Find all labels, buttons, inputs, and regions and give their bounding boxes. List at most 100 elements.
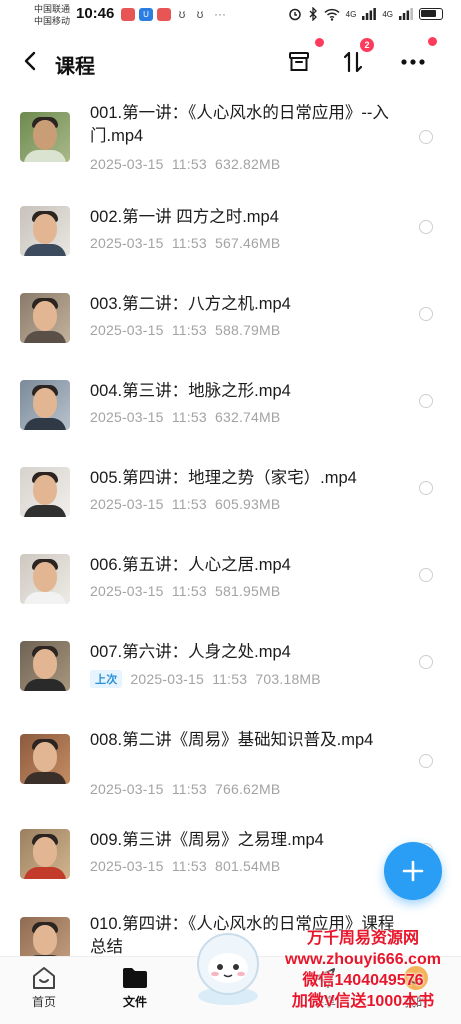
file-row[interactable]: 008.第二讲《周易》基础知识普及.mp4 2025-03-15 11:53 7… xyxy=(0,703,461,807)
status-right: 4G 4G xyxy=(288,7,443,21)
nav-files-label: 文件 xyxy=(122,995,147,1009)
file-size: 605.93MB xyxy=(215,496,281,512)
folder-icon xyxy=(123,968,147,988)
select-radio[interactable] xyxy=(419,568,433,582)
file-meta: 2025-03-15 11:53 588.79MB xyxy=(90,322,280,338)
file-date: 2025-03-15 xyxy=(90,409,164,425)
file-row[interactable]: 005.第四讲：地理之势（家宅）.mp4 2025-03-15 11:53 60… xyxy=(0,443,461,530)
file-time: 11:53 xyxy=(171,156,207,172)
video-thumbnail xyxy=(20,380,70,430)
file-name: 009.第三讲《周易》之易理.mp4 xyxy=(90,831,324,849)
file-date: 2025-03-15 xyxy=(90,235,164,251)
watermark-line-4: 加微V信送1000本书 xyxy=(291,993,435,1010)
archive-box-icon xyxy=(289,52,309,71)
file-size: 567.46MB xyxy=(215,235,281,251)
file-meta: 2025-03-15 11:53 632.74MB xyxy=(90,409,280,425)
file-date: 2025-03-15 xyxy=(90,496,164,512)
archive-button[interactable] xyxy=(283,46,315,78)
alarm-icon xyxy=(288,8,301,21)
file-date: 2025-03-15 xyxy=(90,322,164,338)
select-radio[interactable] xyxy=(419,394,433,408)
select-radio[interactable] xyxy=(419,655,433,669)
file-name: 003.第二讲：八方之机.mp4 xyxy=(90,295,291,313)
video-thumbnail xyxy=(20,917,70,956)
file-name: 004.第三讲：地脉之形.mp4 xyxy=(90,382,291,400)
chevron-left-icon xyxy=(24,51,36,71)
sort-badge: 2 xyxy=(360,38,374,52)
file-time: 11:53 xyxy=(171,409,207,425)
file-name: 001.第一讲：《人心风水的日常应用》--入门.mp4 xyxy=(90,104,389,145)
file-size: 801.54MB xyxy=(215,858,281,874)
file-name: 008.第二讲《周易》基础知识普及.mp4 xyxy=(90,731,374,749)
archive-notification-dot xyxy=(315,38,324,47)
nav-home-label: 首页 xyxy=(31,995,56,1009)
back-button[interactable] xyxy=(18,48,44,74)
mascot-image xyxy=(188,928,268,1008)
file-date: 2025-03-15 xyxy=(90,858,164,874)
notification-icons: U ʊ ʊ ··· xyxy=(121,8,229,21)
add-button[interactable] xyxy=(384,842,442,900)
file-meta: 2025-03-15 11:53 766.62MB xyxy=(90,781,280,797)
more-options-button[interactable] xyxy=(397,46,429,78)
watermark: 万千周易资源网 www.zhouyi666.com 微信1404049576 加… xyxy=(268,928,458,1012)
watermark-line-1: 万千周易资源网 xyxy=(306,930,419,947)
file-name: 007.第六讲：人身之处.mp4 xyxy=(90,643,291,661)
file-size: 632.74MB xyxy=(215,409,281,425)
bluetooth-icon xyxy=(309,7,317,21)
file-date: 2025-03-15 xyxy=(90,781,164,797)
file-size: 588.79MB xyxy=(215,322,281,338)
video-thumbnail xyxy=(20,467,70,517)
file-time: 11:53 xyxy=(171,322,207,338)
more-notification-dot xyxy=(428,37,437,46)
file-time: 11:53 xyxy=(171,781,207,797)
select-radio[interactable] xyxy=(419,220,433,234)
watermark-line-3: 微信1404049576 xyxy=(302,972,424,989)
file-date: 2025-03-15 xyxy=(130,671,205,687)
file-name: 006.第五讲：人心之居.mp4 xyxy=(90,556,291,574)
select-radio[interactable] xyxy=(419,754,433,768)
file-row[interactable]: 006.第五讲：人心之居.mp4 2025-03-15 11:53 581.95… xyxy=(0,530,461,617)
file-size: 703.18MB xyxy=(255,671,321,687)
select-radio[interactable] xyxy=(419,307,433,321)
app-notification-icon: ʊ xyxy=(196,7,204,21)
signal-1-icon xyxy=(362,8,377,20)
video-thumbnail xyxy=(20,829,70,879)
last-played-badge: 上次 xyxy=(90,670,123,688)
file-row[interactable]: 002.第一讲 四方之时.mp4 2025-03-15 11:53 567.46… xyxy=(0,182,461,269)
signal-2-label: 4G xyxy=(382,9,393,19)
file-row[interactable]: 004.第三讲：地脉之形.mp4 2025-03-15 11:53 632.74… xyxy=(0,356,461,443)
carrier-2: 中国移动 xyxy=(34,16,71,26)
video-thumbnail xyxy=(20,206,70,256)
video-thumbnail xyxy=(20,554,70,604)
file-time: 11:53 xyxy=(212,671,248,687)
status-bar: 中国联通 中国移动 10:46 U ʊ ʊ ··· 4G 4G xyxy=(0,0,461,32)
file-size: 766.62MB xyxy=(215,781,281,797)
nav-files[interactable]: 文件 xyxy=(105,963,165,1010)
video-thumbnail xyxy=(20,293,70,343)
file-list: 001.第一讲：《人心风水的日常应用》--入门.mp4 2025-03-15 1… xyxy=(0,92,461,956)
video-thumbnail xyxy=(20,112,70,162)
file-row[interactable]: 007.第六讲：人身之处.mp4 上次 2025-03-15 11:53 703.… xyxy=(0,617,461,703)
file-time: 11:53 xyxy=(171,583,207,599)
file-time: 11:53 xyxy=(171,235,207,251)
file-row[interactable]: 001.第一讲：《人心风水的日常应用》--入门.mp4 2025-03-15 1… xyxy=(0,92,461,182)
header-bar: 课程 2 xyxy=(0,37,461,86)
file-time: 11:53 xyxy=(171,496,207,512)
carrier-names: 中国联通 中国移动 xyxy=(34,3,70,27)
file-row[interactable]: 003.第二讲：八方之机.mp4 2025-03-15 11:53 588.79… xyxy=(0,269,461,356)
video-thumbnail xyxy=(20,734,70,784)
video-thumbnail xyxy=(20,641,70,691)
select-radio[interactable] xyxy=(419,481,433,495)
select-radio[interactable] xyxy=(419,130,433,144)
home-icon xyxy=(33,967,55,989)
file-size: 581.95MB xyxy=(215,583,281,599)
carrier-1: 中国联通 xyxy=(34,4,71,14)
app-notification-icon xyxy=(157,8,171,21)
app-notification-icon xyxy=(121,8,135,21)
file-date: 2025-03-15 xyxy=(90,583,164,599)
app-notification-icon: ʊ xyxy=(178,7,186,21)
sort-arrows-icon xyxy=(343,51,363,73)
plus-icon xyxy=(402,860,424,882)
signal-2-icon xyxy=(399,8,413,20)
nav-home[interactable]: 首页 xyxy=(14,963,74,1010)
